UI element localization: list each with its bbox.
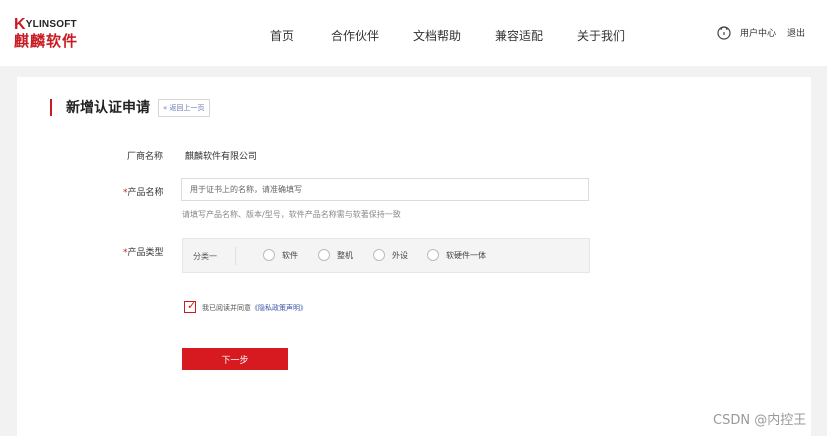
radio-circle-icon[interactable] [373, 249, 385, 261]
agreement-text: 我已阅读并同意《隐私政策声明》 [202, 303, 307, 313]
product-name-label: *产品名称 [123, 185, 164, 198]
agreement-text-body: 我已阅读并同意 [202, 304, 251, 312]
page-title: 新增认证申请 [66, 100, 150, 116]
user-center-link[interactable]: 用户中心 [740, 26, 776, 39]
nav-home[interactable]: 首页 [270, 27, 294, 44]
kylinsoft-logo[interactable]: KYLINSOFT 麒麟软件 [14, 14, 84, 50]
vendor-label: 厂商名称 [127, 152, 164, 162]
title-accent-bar [50, 99, 52, 116]
product-type-group: 分类一 软件 整机 外设 软硬件一体 [182, 238, 590, 273]
radio-circle-icon[interactable] [318, 249, 330, 261]
radio-circle-icon[interactable] [427, 249, 439, 261]
top-header: KYLINSOFT 麒麟软件 首页 合作伙伴 文档帮助 兼容适配 关于我们 用户… [0, 0, 827, 66]
next-step-button[interactable]: 下一步 [182, 348, 288, 370]
product-name-input[interactable] [181, 178, 589, 201]
check-icon: ✓ [187, 299, 197, 312]
category-divider [235, 247, 236, 265]
form-panel: 新增认证申请 « 返回上一页 厂商名称 麒麟软件有限公司 *产品名称 请填写产品… [17, 77, 811, 436]
vendor-value: 麒麟软件有限公司 [185, 152, 258, 162]
logo-chinese: 麒麟软件 [14, 32, 79, 50]
nav-about[interactable]: 关于我们 [577, 27, 625, 44]
nav-compat[interactable]: 兼容适配 [495, 27, 543, 44]
lock-user-icon[interactable] [716, 24, 732, 40]
nav-docs-help[interactable]: 文档帮助 [413, 27, 461, 44]
radio-label: 外设 [392, 251, 408, 260]
radio-label: 软硬件一体 [446, 251, 486, 260]
radio-label: 软件 [282, 251, 298, 260]
back-button[interactable]: « 返回上一页 [158, 99, 210, 117]
product-type-label-text: 产品类型 [127, 248, 164, 258]
radio-circle-icon[interactable] [263, 249, 275, 261]
logout-link[interactable]: 退出 [787, 26, 805, 39]
watermark: CSDN @内控王 [713, 413, 807, 428]
category-label: 分类一 [193, 252, 217, 261]
product-type-label: *产品类型 [123, 245, 164, 258]
nav-partners[interactable]: 合作伙伴 [331, 27, 379, 44]
radio-label: 整机 [337, 251, 353, 260]
product-name-label-text: 产品名称 [127, 188, 164, 198]
agreement-checkbox[interactable]: ✓ [184, 299, 197, 313]
logo-english-rest: YLINSOFT [25, 19, 77, 30]
privacy-policy-link[interactable]: 《隐私政策声明》 [251, 304, 307, 312]
product-name-hint: 请填写产品名称、版本/型号，软件产品名称需与软著保持一致 [182, 210, 401, 219]
